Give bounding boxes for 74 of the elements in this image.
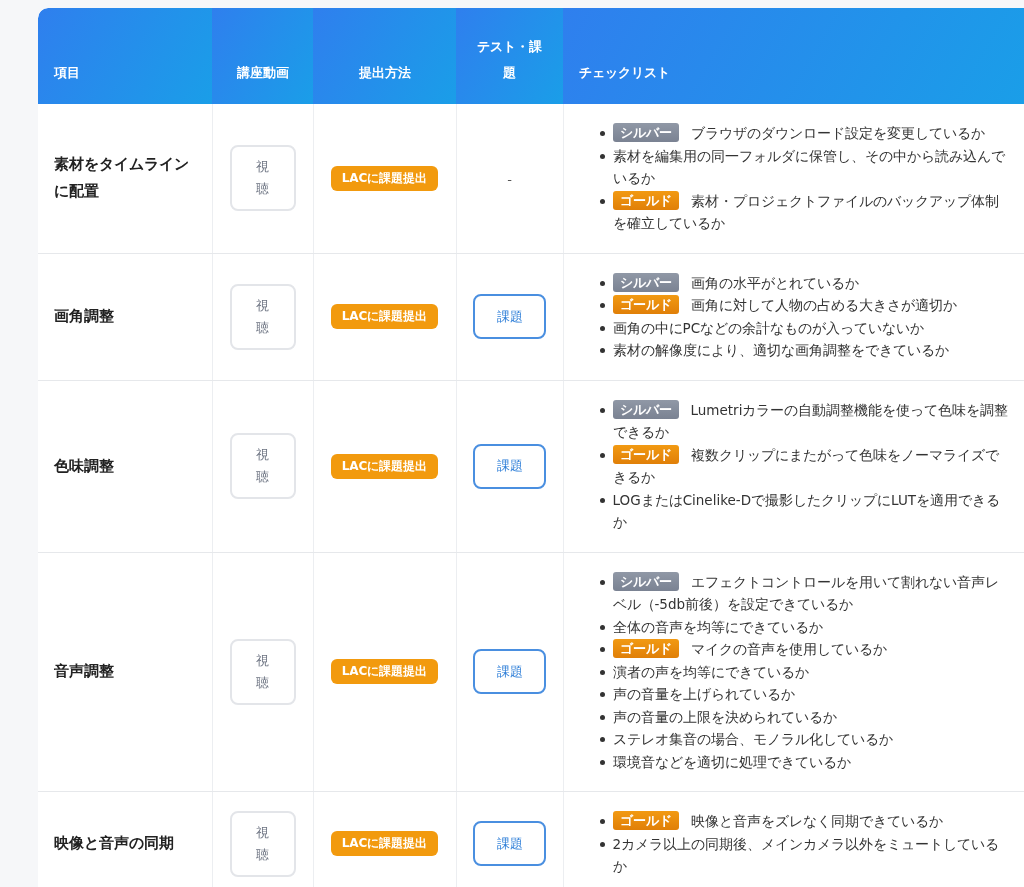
checklist-item: 声の音量の上限を決められているか xyxy=(612,707,838,727)
bullet-icon xyxy=(599,153,605,159)
bullet-icon xyxy=(599,714,605,720)
checklist-item: 画角の中にPCなどの余計なものが入っていないか xyxy=(612,318,926,338)
checklist-item: ゴールド 映像と音声をズレなく同期できているか xyxy=(612,810,1010,833)
submission-badge: LACに課題提出 xyxy=(330,304,439,329)
level-badge: ゴールド xyxy=(612,190,679,210)
checklist-item: ゴールド 画角に対して人物の占める大きさが適切か xyxy=(612,294,1010,317)
empty-value: - xyxy=(507,171,512,187)
level-badge: ゴールド xyxy=(612,639,679,658)
bullet-icon xyxy=(599,303,605,308)
bullet-icon xyxy=(599,407,605,413)
watch-button[interactable]: 視聴 xyxy=(229,283,296,350)
checklist-item: シルバー ブラウザのダウンロード設定を変更しているか xyxy=(612,122,1010,145)
checklist-item: 環境音などを適切に処理できているか xyxy=(612,752,852,772)
checklist-item: LOGまたはCinelike-Dで撮影したクリップにLUTを適用できるか xyxy=(612,490,1002,532)
watch-button[interactable]: 視聴 xyxy=(229,433,296,499)
task-button[interactable]: 課題 xyxy=(473,443,546,489)
level-badge: ゴールド xyxy=(612,444,679,464)
bullet-icon xyxy=(599,579,605,585)
bullet-icon xyxy=(599,669,605,675)
bullet-icon xyxy=(599,131,605,136)
task-button[interactable]: 課題 xyxy=(473,821,546,867)
watch-button[interactable]: 視聴 xyxy=(229,810,296,877)
bullet-icon xyxy=(599,497,605,503)
column-header: 提出方法 xyxy=(313,8,456,104)
column-header: テスト・課題 xyxy=(456,8,563,104)
column-header: 項目 xyxy=(38,8,212,104)
column-header: チェックリスト xyxy=(563,8,1024,104)
bullet-icon xyxy=(599,280,605,286)
level-badge: シルバー xyxy=(612,272,679,292)
task-button[interactable]: 課題 xyxy=(473,294,546,339)
checklist-item: 全体の音声を均等にできているか xyxy=(612,617,824,637)
bullet-icon xyxy=(599,737,605,742)
checklist-item: 演者の声を均等にできているか xyxy=(612,662,810,682)
bullet-icon xyxy=(599,198,605,204)
task-button[interactable]: 課題 xyxy=(473,649,546,695)
checklist-item: ゴールド 複数クリップにまたがって色味をノーマライズできるか xyxy=(612,443,1000,487)
item-title: 素材をタイムラインに配置 xyxy=(54,155,189,201)
checklist-item: 声の音量を上げられているか xyxy=(612,685,796,704)
bullet-icon xyxy=(599,647,605,652)
checklist-item: ゴールド 素材・プロジェクトファイルのバックアップ体制を確立しているか xyxy=(612,189,1000,233)
bullet-icon xyxy=(599,692,605,697)
watch-button[interactable]: 視聴 xyxy=(229,638,296,705)
bullet-icon xyxy=(599,841,605,847)
level-badge: ゴールド xyxy=(612,295,679,314)
checklist-item: シルバー 画角の水平がとれているか xyxy=(612,271,1010,294)
bullet-icon xyxy=(599,325,605,331)
submission-badge: LACに課題提出 xyxy=(330,831,439,857)
level-badge: シルバー xyxy=(612,123,679,142)
bullet-icon xyxy=(599,819,605,824)
checklist-item: 素材の解像度により、適切な画角調整をできているか xyxy=(612,341,950,360)
checklist-item: ステレオ集音の場合、モノラル化しているか xyxy=(612,730,894,749)
submission-badge: LACに課題提出 xyxy=(330,453,439,479)
watch-button[interactable]: 視聴 xyxy=(229,145,296,212)
checklist-item: 素材を編集用の同一フォルダに保管し、その中から読み込んでいるか xyxy=(612,146,1006,188)
item-title: 画角調整 xyxy=(54,307,114,325)
bullet-icon xyxy=(599,452,605,458)
submission-badge: LACに課題提出 xyxy=(330,659,439,685)
item-title: 色味調整 xyxy=(54,456,114,475)
column-header: 講座動画 xyxy=(212,8,313,104)
level-badge: シルバー xyxy=(612,571,679,591)
bullet-icon xyxy=(599,624,605,630)
checklist-item: シルバー Lumetriカラーの自動調整機能を使って色味を調整できるか xyxy=(612,398,1010,442)
bullet-icon xyxy=(599,759,605,765)
bullet-icon xyxy=(599,348,605,353)
level-badge: シルバー xyxy=(612,399,679,419)
level-badge: ゴールド xyxy=(612,811,679,830)
checklist-item: シルバー エフェクトコントロールを用いて割れない音声レベル（-5db前後）を設定できているか xyxy=(612,570,1000,614)
item-title: 音声調整 xyxy=(54,662,114,681)
item-title: 映像と音声の同期 xyxy=(54,834,174,853)
checklist-item: 2カメラ以上の同期後、メインカメラ以外をミュートしているか xyxy=(612,834,1001,876)
checklist-item: ゴールド マイクの音声を使用しているか xyxy=(612,638,1010,661)
submission-badge: LACに課題提出 xyxy=(330,165,439,191)
